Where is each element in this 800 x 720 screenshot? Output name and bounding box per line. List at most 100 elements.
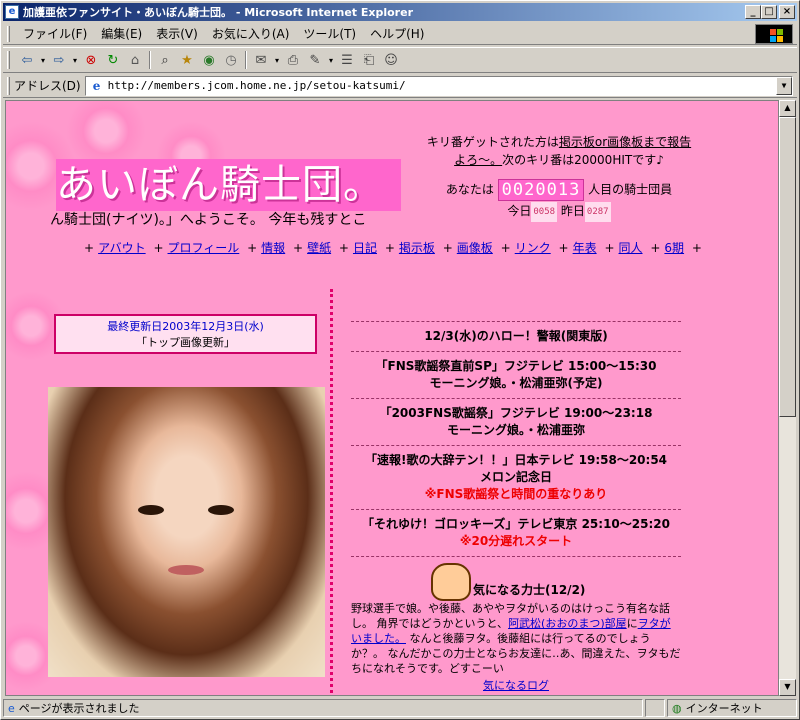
menu-edit[interactable]: 編集(E) [94,25,149,42]
rikishi-log: 気になるログ [351,678,681,693]
ie-icon: e [5,5,19,19]
address-label: アドレス(D) [14,79,81,93]
nav-wallpaper[interactable]: 壁紙 [307,241,331,255]
nav-links[interactable]: リンク [515,241,551,255]
site-logo: あいぼん騎士団。 [56,159,401,211]
windows-logo-icon [755,24,793,44]
scroll-thumb[interactable] [779,117,796,417]
back-icon[interactable]: ⇦ [16,50,38,70]
menu-view[interactable]: 表示(V) [149,25,205,42]
mail-dropdown-icon[interactable]: ▾ [272,50,282,70]
photo-lips [168,565,204,575]
forward-dropdown-icon[interactable]: ▾ [70,50,80,70]
edit-dropdown-icon[interactable]: ▾ [326,50,336,70]
nav-about[interactable]: アバウト [98,241,146,255]
counter-pre: あなたは [445,182,494,197]
scroll-down-icon[interactable]: ▼ [779,679,796,696]
kiriban-next: 次のキリ番は20000HITです♪ [502,153,664,167]
status-zone-cell: ◍ インターネット [667,699,797,717]
news-warning: ※FNS歌謡祭と時間の重なりあり [424,487,608,501]
home-icon[interactable]: ⌂ [124,50,146,70]
research-icon[interactable]: ⎗ [358,50,380,70]
stop-icon[interactable]: ⊗ [80,50,102,70]
nav-diary[interactable]: 日記 [353,241,377,255]
browser-window: e 加護亜依ファンサイト・あいぼん騎士団。 - Microsoft Intern… [0,0,800,720]
window-controls: _ □ × [745,5,795,19]
page-done-icon: e [8,701,15,715]
welcome-marquee: ん騎士団(ナイツ)。」へようこそ。 今年も残すとこ [50,212,367,228]
nav-image-board[interactable]: 画像板 [457,241,493,255]
toolbar-separator [245,51,247,69]
address-dropdown-icon[interactable]: ▼ [776,76,792,95]
news-item: 「2003FNS歌謡祭」フジテレビ 19:00～23:18 モーニング娘。・松浦… [351,398,681,445]
nav-chronology[interactable]: 年表 [573,241,597,255]
nav-info[interactable]: 情報 [261,241,285,255]
status-zone: インターネット [685,702,763,715]
site-nav: + アバウト + プロフィール + 情報 + 壁紙 + 日記 + 掲示板 + 画像板 + リンク… [84,241,702,255]
status-blank-cell [645,699,665,717]
menu-file[interactable]: ファイル(F) [16,25,94,42]
menu-favorites[interactable]: お気に入り(A) [205,25,297,42]
news-line: メロン記念日 [479,470,552,484]
forward-icon[interactable]: ⇨ [48,50,70,70]
news-line: モーニング娘。・松浦亜弥 [446,423,585,437]
kiriban-text: キリ番ゲットされた方は [426,135,559,149]
address-input[interactable]: e http://members.jcom.home.ne.jp/setou-k… [84,75,793,96]
news-end-rule [351,556,681,557]
last-updated-box: 最終更新日2003年12月3日(水) 「トップ画像更新」 [54,314,317,354]
media-icon[interactable]: ◉ [198,50,220,70]
title-bar: e 加護亜依ファンサイト・あいぼん騎士団。 - Microsoft Intern… [3,3,797,21]
mail-icon[interactable]: ✉ [250,50,272,70]
news-warning: ※20分遅れスタート [459,534,573,548]
counter-post: 人目の騎士団員 [588,182,673,197]
print-icon[interactable]: ⎙ [282,50,304,70]
last-updated-date: 最終更新日2003年12月3日(水) [107,320,264,333]
news-line: 12/3(水)のハロー！警報(関東版) [424,329,608,343]
menu-bar: ファイル(F) 編集(E) 表示(V) お気に入り(A) ツール(T) ヘルプ(… [3,23,797,45]
history-icon[interactable]: ◷ [220,50,242,70]
last-updated-note: 「トップ画像更新」 [136,336,235,349]
news-line: モーニング娘。・松浦亜弥(予定) [429,376,603,390]
rikishi-header: 気になる力士(12/2) [351,561,681,601]
minimize-button[interactable]: _ [745,5,761,19]
close-button[interactable]: × [779,5,795,19]
address-url[interactable]: http://members.jcom.home.ne.jp/setou-kat… [108,79,406,92]
status-text-cell: e ページが表示されました [3,699,643,717]
yesterday-label: 昨日 [560,204,585,218]
menu-tools[interactable]: ツール(T) [296,25,363,42]
counter-digits: 0020013 [497,179,585,201]
rikishi-body: 野球選手で娘。や後藤、あややヲタがいるのはけっこう有名な話し。 角界ではどうかと… [351,601,681,676]
address-bar: アドレス(D) e http://members.jcom.home.ne.jp… [3,74,797,98]
vertical-scrollbar[interactable]: ▲ ▼ [779,100,796,696]
onomatsu-link[interactable]: 阿武松(おおのまつ)部屋 [508,617,627,630]
discuss-icon[interactable]: ☰ [336,50,358,70]
page-icon: e [92,78,101,93]
scroll-up-icon[interactable]: ▲ [779,100,796,117]
news-line: 「2003FNS歌謡祭」フジテレビ 19:00～23:18 [379,406,653,420]
nav-doujin[interactable]: 同人 [619,241,643,255]
refresh-icon[interactable]: ↻ [102,50,124,70]
edit-icon[interactable]: ✎ [304,50,326,70]
window-title: 加護亜依ファンサイト・あいぼん騎士団。 - Microsoft Internet… [23,6,413,19]
nav-bbs[interactable]: 掲示板 [399,241,435,255]
internet-zone-icon: ◍ [672,701,682,715]
news-line: 「FNS歌謡祭直前SP」フジテレビ 15:00～15:30 [375,359,657,373]
news-item: 「それゆけ！ゴロッキーズ」テレビ東京 25:10～25:20 ※20分遅れスター… [351,509,681,556]
today-count: 0058 [531,201,558,222]
search-icon[interactable]: ⌕ [154,50,176,70]
top-photo [48,387,325,677]
page-viewport: あいぼん騎士団。 ん騎士団(ナイツ)。」へようこそ。 今年も残すとこ キリ番ゲッ… [5,100,779,696]
messenger-icon[interactable]: ☺ [380,50,402,70]
back-dropdown-icon[interactable]: ▾ [38,50,48,70]
rikishi-log-link[interactable]: 気になるログ [483,679,549,692]
kiriban-notice: キリ番ゲットされた方は掲示板or画像板まで報告よろ～。次のキリ番は20000HI… [424,133,694,169]
menu-grip [7,25,10,42]
nav-profile[interactable]: プロフィール [168,241,240,255]
favorites-icon[interactable]: ★ [176,50,198,70]
maximize-button[interactable]: □ [761,5,777,19]
address-grip [7,76,10,95]
nav-6th-gen[interactable]: 6期 [664,241,684,255]
menu-help[interactable]: ヘルプ(H) [363,25,431,42]
photo-eye [138,505,164,515]
news-line: 「速報!歌の大辞テン！！」日本テレビ 19:58～20:54 [364,453,668,467]
